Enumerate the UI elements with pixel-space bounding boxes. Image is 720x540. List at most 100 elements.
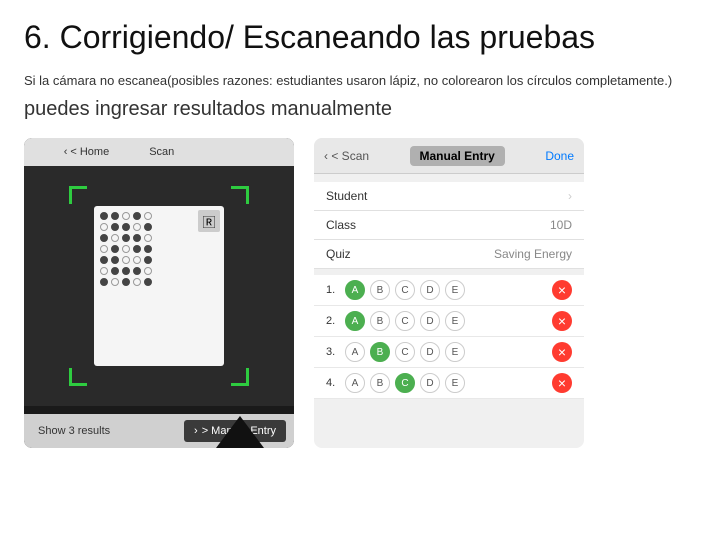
bubble bbox=[122, 223, 130, 231]
bubble bbox=[133, 256, 141, 264]
answer-num-1: 1. bbox=[326, 284, 340, 296]
bubble bbox=[111, 267, 119, 275]
done-button[interactable]: Done bbox=[545, 149, 574, 163]
bubble bbox=[133, 245, 141, 253]
scan-back-button[interactable]: ‹ < Scan bbox=[324, 149, 369, 163]
bubble bbox=[133, 234, 141, 242]
bubble-row bbox=[100, 278, 218, 286]
answer-d-4[interactable]: D bbox=[420, 373, 440, 393]
bubble bbox=[122, 212, 130, 220]
answer-num-4: 4. bbox=[326, 377, 340, 389]
bubble bbox=[133, 278, 141, 286]
answer-b-3[interactable]: B bbox=[370, 342, 390, 362]
corner-br bbox=[231, 368, 249, 386]
bubble bbox=[144, 256, 152, 264]
scan-label: Scan bbox=[149, 146, 174, 158]
quiz-row[interactable]: Quiz Saving Energy bbox=[314, 240, 584, 269]
right-phone-screenshot: ‹ < Scan Manual Entry Done Student › Cla… bbox=[314, 138, 584, 448]
bubble bbox=[111, 234, 119, 242]
manual-entry-tab[interactable]: Manual Entry bbox=[410, 146, 505, 166]
scan-label: < Scan bbox=[331, 149, 369, 163]
bubble bbox=[100, 223, 108, 231]
corner-tl bbox=[69, 186, 87, 204]
chevron-right-icon: › bbox=[568, 189, 572, 203]
subtitle-paren: (posibles razones: estudiantes usaron lá… bbox=[167, 73, 672, 88]
bubble bbox=[122, 278, 130, 286]
chevron-right-icon: › bbox=[194, 425, 198, 437]
answer-c-3[interactable]: C bbox=[395, 342, 415, 362]
bubble-row bbox=[100, 256, 218, 264]
bubble bbox=[144, 245, 152, 253]
corner-bl bbox=[69, 368, 87, 386]
quiz-value: Saving Energy bbox=[494, 247, 572, 261]
answer-a-3[interactable]: A bbox=[345, 342, 365, 362]
scan-area: 🅁 bbox=[24, 166, 294, 406]
subtitle: Si la cámara no escanea(posibles razones… bbox=[24, 64, 696, 124]
bubble bbox=[122, 245, 130, 253]
class-value: 10D bbox=[550, 218, 572, 232]
answer-b-4[interactable]: B bbox=[370, 373, 390, 393]
answer-row-2: 2. A B C D E × bbox=[314, 306, 584, 337]
answer-c-2[interactable]: C bbox=[395, 311, 415, 331]
bubble-row bbox=[100, 234, 218, 242]
delete-button-3[interactable]: × bbox=[552, 342, 572, 362]
answer-list: 1. A B C D E × 2. A B C D E × bbox=[314, 275, 584, 399]
left-phone-screenshot: ‹ < Home Scan 🅁 bbox=[24, 138, 294, 448]
answer-row-4: 4. A B C D E × bbox=[314, 368, 584, 399]
answer-a-4[interactable]: A bbox=[345, 373, 365, 393]
bubble-sheet: 🅁 bbox=[94, 206, 224, 366]
student-label: Student bbox=[326, 189, 367, 203]
bubble bbox=[111, 278, 119, 286]
answer-e-2[interactable]: E bbox=[445, 311, 465, 331]
answer-e-3[interactable]: E bbox=[445, 342, 465, 362]
subtitle-part1: Si la cámara no escanea bbox=[24, 73, 167, 88]
bubble bbox=[100, 278, 108, 286]
bubble bbox=[133, 267, 141, 275]
bubble-row bbox=[100, 245, 218, 253]
bubble bbox=[122, 234, 130, 242]
bubble bbox=[100, 245, 108, 253]
arrow-indicator bbox=[210, 416, 270, 448]
class-row[interactable]: Class 10D bbox=[314, 211, 584, 240]
answer-d-3[interactable]: D bbox=[420, 342, 440, 362]
answer-a-1[interactable]: A bbox=[345, 280, 365, 300]
answer-c-1[interactable]: C bbox=[395, 280, 415, 300]
bubble bbox=[100, 267, 108, 275]
bubble bbox=[111, 223, 119, 231]
answer-b-1[interactable]: B bbox=[370, 280, 390, 300]
corner-tr bbox=[231, 186, 249, 204]
answer-e-1[interactable]: E bbox=[445, 280, 465, 300]
delete-button-2[interactable]: × bbox=[552, 311, 572, 331]
answer-row-1: 1. A B C D E × bbox=[314, 275, 584, 306]
bubble bbox=[122, 267, 130, 275]
page-container: 6. Corrigiendo/ Escaneando las pruebas S… bbox=[0, 0, 720, 540]
bubble bbox=[144, 267, 152, 275]
bubble bbox=[111, 256, 119, 264]
answer-d-2[interactable]: D bbox=[420, 311, 440, 331]
answer-b-2[interactable]: B bbox=[370, 311, 390, 331]
answer-e-4[interactable]: E bbox=[445, 373, 465, 393]
delete-button-4[interactable]: × bbox=[552, 373, 572, 393]
answer-num-3: 3. bbox=[326, 346, 340, 358]
answer-d-1[interactable]: D bbox=[420, 280, 440, 300]
bubble bbox=[111, 245, 119, 253]
delete-button-1[interactable]: × bbox=[552, 280, 572, 300]
screenshots-row: ‹ < Home Scan 🅁 bbox=[24, 138, 696, 528]
bubble bbox=[144, 212, 152, 220]
student-icon: 🅁 bbox=[198, 210, 220, 232]
right-topbar: ‹ < Scan Manual Entry Done bbox=[314, 138, 584, 174]
chevron-left-icon: ‹ bbox=[324, 149, 328, 163]
home-label: < Home bbox=[70, 146, 109, 158]
bubble-sheet-inner: 🅁 bbox=[94, 206, 224, 366]
bubble bbox=[144, 223, 152, 231]
answer-c-4[interactable]: C bbox=[395, 373, 415, 393]
home-back-button[interactable]: ‹ < Home bbox=[64, 146, 110, 158]
quiz-label: Quiz bbox=[326, 247, 351, 261]
bubble bbox=[100, 234, 108, 242]
bubble-row bbox=[100, 267, 218, 275]
chevron-left-icon: ‹ bbox=[64, 146, 68, 158]
student-row[interactable]: Student › bbox=[314, 182, 584, 211]
bubble bbox=[100, 212, 108, 220]
show-results-button[interactable]: Show 3 results bbox=[32, 421, 116, 441]
answer-a-2[interactable]: A bbox=[345, 311, 365, 331]
